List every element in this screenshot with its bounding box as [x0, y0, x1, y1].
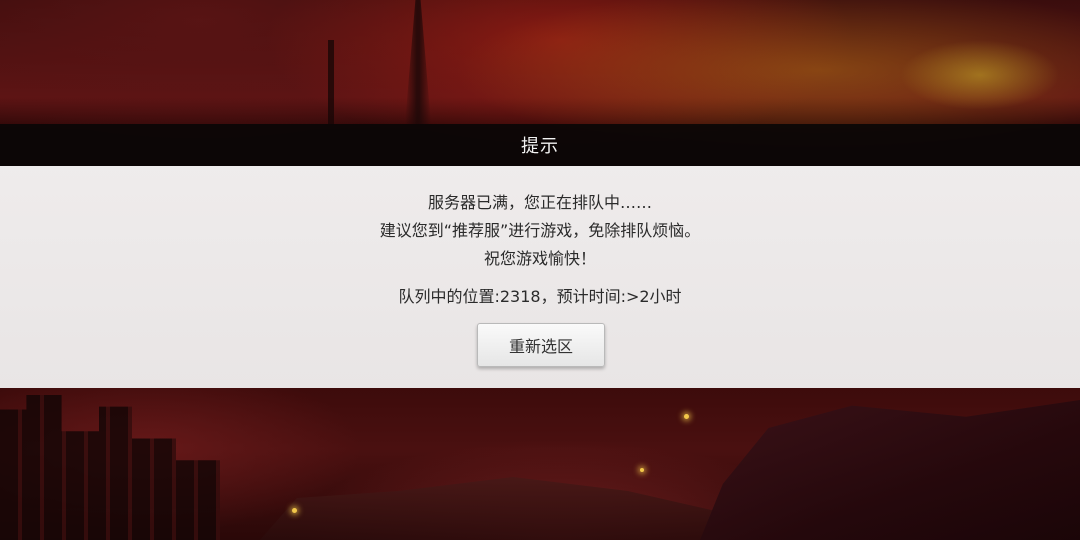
background-sky-glow	[900, 40, 1060, 110]
reselect-server-button[interactable]: 重新选区	[477, 323, 605, 367]
queue-position-info: 队列中的位置:2318，预计时间:>2小时	[398, 287, 682, 306]
game-screen: 提示 服务器已满，您正在排队中…… 建议您到“推荐服”进行游戏，免除排队烦恼。 …	[0, 0, 1080, 540]
message-line-server-full: 服务器已满，您正在排队中……	[427, 193, 652, 212]
background-spark	[640, 468, 644, 472]
message-line-recommend: 建议您到“推荐服”进行游戏，免除排队烦恼。	[379, 221, 701, 240]
dialog-title: 提示	[521, 136, 559, 157]
background-spark	[684, 414, 689, 419]
dialog-header: 提示	[0, 124, 1080, 166]
background-spark	[292, 508, 297, 513]
background-antenna	[328, 40, 334, 124]
message-line-greeting: 祝您游戏愉快！	[483, 249, 596, 268]
background-tower	[405, 0, 431, 124]
